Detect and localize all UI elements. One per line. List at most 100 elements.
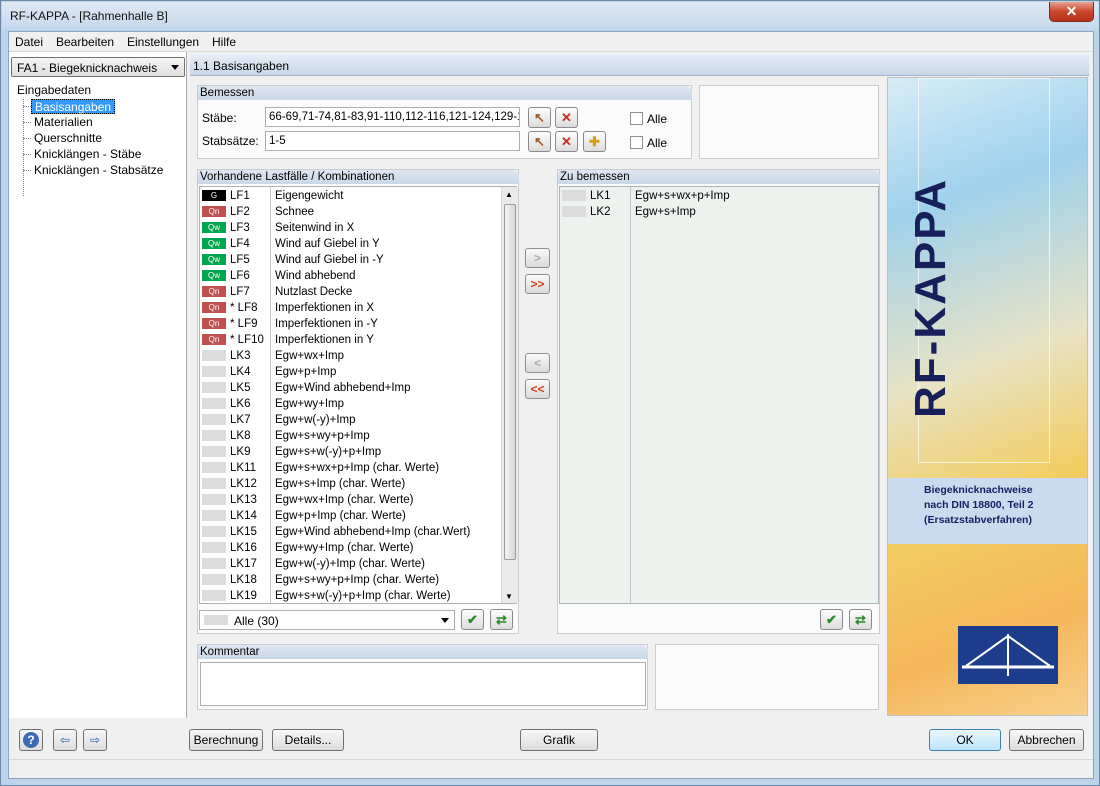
load-case-row[interactable]: LK8 Egw+s+wy+p+Imp xyxy=(200,428,500,444)
load-case-row[interactable]: Qn * LF8 Imperfektionen in X xyxy=(200,300,500,316)
tree-item-knicklaengen-stabsaetze[interactable]: Knicklängen - Stabsätze xyxy=(31,163,166,178)
menu-hilfe[interactable]: Hilfe xyxy=(212,35,236,49)
load-case-row[interactable]: LK12 Egw+s+Imp (char. Werte) xyxy=(200,476,500,492)
load-case-row[interactable]: Qw LF6 Wind abhebend xyxy=(200,268,500,284)
delete-staebe-button[interactable]: ✕ xyxy=(555,107,578,128)
move-all-left-button[interactable]: << xyxy=(525,379,550,399)
load-type-badge xyxy=(202,478,226,489)
load-case-row[interactable]: LK6 Egw+wy+Imp xyxy=(200,396,500,412)
tree-item-materialien[interactable]: Materialien xyxy=(31,115,96,130)
toggle-selection-icon: ⇄ xyxy=(496,612,507,627)
load-case-row[interactable]: LK17 Egw+w(-y)+Imp (char. Werte) xyxy=(200,556,500,572)
move-left-icon: < xyxy=(533,356,541,370)
logo-text-2: nach DIN 18800, Teil 2 xyxy=(924,499,1034,511)
pick-staebe-button[interactable]: ↖ xyxy=(528,107,551,128)
move-all-right-button[interactable]: >> xyxy=(525,274,550,294)
move-all-right-icon: >> xyxy=(530,277,545,291)
filter-color-swatch xyxy=(204,615,228,625)
section-title: 1.1 Basisangaben xyxy=(193,59,290,73)
ok-button[interactable]: OK xyxy=(929,729,1001,751)
toggle-selection-right-button[interactable]: ⇄ xyxy=(849,609,872,630)
details-button[interactable]: Details... xyxy=(272,729,344,751)
menu-einstellungen[interactable]: Einstellungen xyxy=(127,35,199,49)
selected-case-row[interactable]: LK2 Egw+s+Imp xyxy=(560,204,860,220)
kommentar-textarea[interactable] xyxy=(200,662,646,706)
zu-bemessen-list[interactable]: LK1 Egw+s+wx+p+Imp LK2 Egw+s+Imp xyxy=(559,186,879,604)
alle-staebe-checkbox[interactable] xyxy=(630,112,643,125)
load-case-row[interactable]: LK9 Egw+s+w(-y)+p+Imp xyxy=(200,444,500,460)
grafik-button[interactable]: Grafik xyxy=(520,729,598,751)
menu-datei[interactable]: Datei xyxy=(15,35,43,49)
lastfaelle-filter-select[interactable]: Alle (30) xyxy=(199,610,455,630)
load-case-row[interactable]: Qw LF3 Seitenwind in X xyxy=(200,220,500,236)
load-case-row[interactable]: LK14 Egw+p+Imp (char. Werte) xyxy=(200,508,500,524)
import-button[interactable]: ⇦ xyxy=(53,729,77,751)
load-case-code: * LF10 xyxy=(230,334,264,346)
lastfaelle-scrollbar[interactable]: ▲ ▼ xyxy=(501,187,518,603)
load-case-row[interactable]: LK11 Egw+s+wx+p+Imp (char. Werte) xyxy=(200,460,500,476)
pick-icon: ↖ xyxy=(534,134,545,149)
staebe-input[interactable]: 66-69,71-74,81-83,91-110,112-116,121-124… xyxy=(265,107,520,127)
lastfaelle-list[interactable]: G LF1 Eigengewicht Qn LF2 Schnee Qw LF3 Seitenwi… xyxy=(199,186,517,604)
select-all-right-button[interactable]: ✔ xyxy=(820,609,843,630)
tree-root[interactable]: Eingabedaten xyxy=(17,83,91,98)
select-all-button[interactable]: ✔ xyxy=(461,609,484,630)
column-separator xyxy=(630,187,631,603)
selected-case-row[interactable]: LK1 Egw+s+wx+p+Imp xyxy=(560,188,860,204)
move-right-button[interactable]: > xyxy=(525,248,550,268)
load-case-description: Egw+s+wy+p+Imp (char. Werte) xyxy=(275,574,440,586)
stabsaetze-input[interactable]: 1-5 xyxy=(265,131,520,151)
stabsaetze-label: Stabsätze: xyxy=(202,134,259,148)
tree-item-knicklaengen-staebe[interactable]: Knicklängen - Stäbe xyxy=(31,147,144,162)
new-set-button[interactable]: ✚ xyxy=(583,131,606,152)
load-case-row[interactable]: LK5 Egw+Wind abhebend+Imp xyxy=(200,380,500,396)
load-case-row[interactable]: Qn LF7 Nutzlast Decke xyxy=(200,284,500,300)
load-case-description: Imperfektionen in -Y xyxy=(275,318,378,330)
tree-item-basisangaben[interactable]: Basisangaben xyxy=(31,99,116,114)
info-panel xyxy=(699,85,879,159)
scroll-down-icon[interactable]: ▼ xyxy=(505,592,513,601)
load-case-description: Egw+s+wy+p+Imp xyxy=(275,430,370,442)
load-case-row[interactable]: Qw LF4 Wind auf Giebel in Y xyxy=(200,236,500,252)
load-case-description: Egw+wy+Imp xyxy=(275,398,345,410)
load-case-row[interactable]: LK15 Egw+Wind abhebend+Imp (char.Wert) xyxy=(200,524,500,540)
menu-bearbeiten[interactable]: Bearbeiten xyxy=(56,35,114,49)
scroll-thumb[interactable] xyxy=(504,204,516,560)
lastfaelle-header: Vorhandene Lastfälle / Kombinationen xyxy=(198,170,519,184)
chevron-down-icon xyxy=(171,65,179,70)
load-case-row[interactable]: Qn LF2 Schnee xyxy=(200,204,500,220)
delete-stabsaetze-button[interactable]: ✕ xyxy=(555,131,578,152)
load-case-row[interactable]: G LF1 Eigengewicht xyxy=(200,188,500,204)
alle-stabsaetze-checkbox[interactable] xyxy=(630,136,643,149)
load-case-row[interactable]: LK7 Egw+w(-y)+Imp xyxy=(200,412,500,428)
load-case-description: Schnee xyxy=(275,206,315,218)
load-case-row[interactable]: LK18 Egw+s+wy+p+Imp (char. Werte) xyxy=(200,572,500,588)
load-case-code: LK12 xyxy=(230,478,257,490)
load-type-badge xyxy=(202,590,226,601)
abbrechen-button[interactable]: Abbrechen xyxy=(1009,729,1084,751)
case-select[interactable]: FA1 - Biegeknicknachweis xyxy=(11,57,185,77)
load-case-row[interactable]: LK13 Egw+wx+Imp (char. Werte) xyxy=(200,492,500,508)
close-button[interactable]: ✕ xyxy=(1049,2,1094,22)
load-case-row[interactable]: Qn * LF10 Imperfektionen in Y xyxy=(200,332,500,348)
pick-stabsaetze-button[interactable]: ↖ xyxy=(528,131,551,152)
help-button[interactable]: ? xyxy=(19,729,43,751)
load-case-row[interactable]: Qn * LF9 Imperfektionen in -Y xyxy=(200,316,500,332)
load-case-row[interactable]: LK3 Egw+wx+Imp xyxy=(200,348,500,364)
load-case-row[interactable]: LK16 Egw+wy+Imp (char. Werte) xyxy=(200,540,500,556)
load-type-badge xyxy=(562,206,586,217)
load-case-row[interactable]: Qw LF5 Wind auf Giebel in -Y xyxy=(200,252,500,268)
pick-icon: ↖ xyxy=(534,110,545,125)
scroll-up-icon[interactable]: ▲ xyxy=(505,190,513,199)
load-case-row[interactable]: LK4 Egw+p+Imp xyxy=(200,364,500,380)
zu-bemessen-group: Zu bemessen LK1 Egw+s+wx+p+Imp LK2 Egw+s+Im… xyxy=(557,169,880,634)
berechnung-button[interactable]: Berechnung xyxy=(189,729,263,751)
alle-stabsaetze-label: Alle xyxy=(647,136,668,150)
export-button[interactable]: ⇨ xyxy=(83,729,107,751)
toggle-selection-button[interactable]: ⇄ xyxy=(490,609,513,630)
select-all-icon: ✔ xyxy=(826,612,837,627)
load-case-code: LK6 xyxy=(230,398,251,410)
tree-item-querschnitte[interactable]: Querschnitte xyxy=(31,131,105,146)
move-left-button[interactable]: < xyxy=(525,353,550,373)
load-case-row[interactable]: LK19 Egw+s+w(-y)+p+Imp (char. Werte) xyxy=(200,588,500,603)
